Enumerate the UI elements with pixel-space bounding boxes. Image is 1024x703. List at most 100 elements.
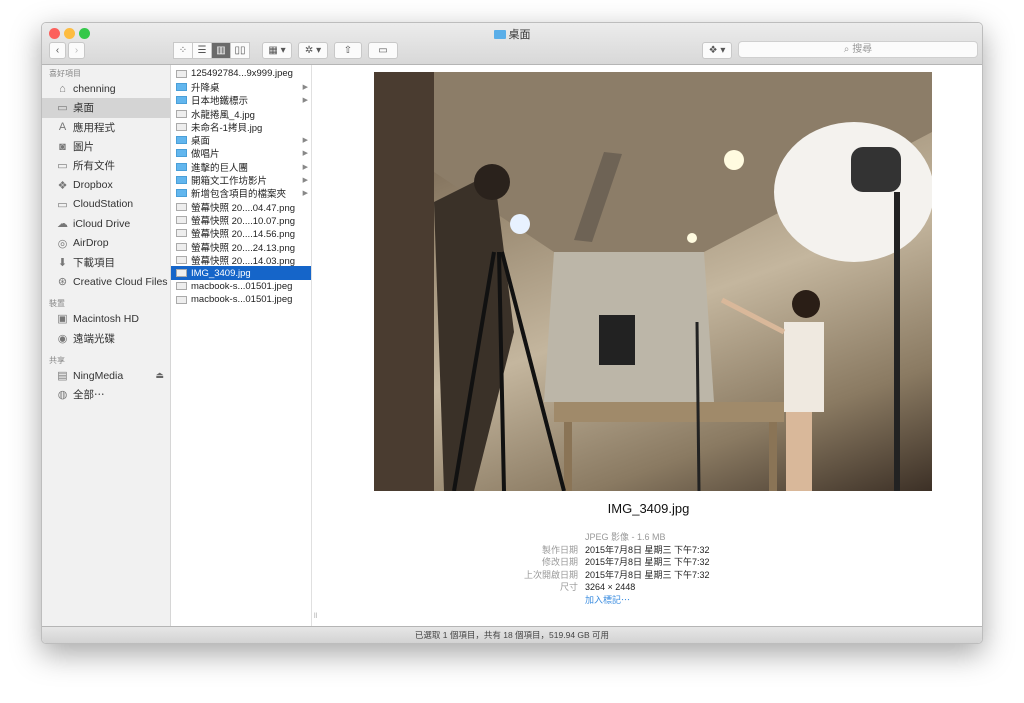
sidebar-item[interactable]: ◙ 圖片 [42,137,170,156]
chevron-right-icon: ▶ [302,83,308,91]
window-title-text: 桌面 [508,29,531,41]
sidebar-item-label: 遠端光碟 [73,332,115,345]
metadata-row: 製作日期 2015年7月8日 星期三 下午7:32 [313,544,982,557]
photo-scene [374,72,932,491]
sidebar-item-label: 應用程式 [73,121,115,134]
sidebar-item-label: 所有文件 [73,160,115,173]
file-row[interactable]: macbook-s...01501.jpeg [171,280,311,293]
sidebar-item[interactable]: ◍ 全部⋯ [42,385,170,404]
file-name: 做唱片 [191,149,220,161]
file-row[interactable]: 進擊的巨人團 ▶ [171,160,311,174]
tags-button[interactable]: ▭ [368,42,398,59]
preview-metadata: JPEG 影像 - 1.6 MB 製作日期 2015年7月8日 星期三 下午7:32… [313,531,982,607]
chevron-right-icon: ▶ [302,190,308,198]
sidebar-section-header: 共享 [49,355,65,365]
file-name: 新增包含項目的檔案夾 [191,189,287,201]
sidebar-item[interactable]: ☁ iCloud Drive [42,214,170,233]
sidebar-item-label: iCloud Drive [73,217,131,230]
sidebar-item[interactable]: A 應用程式 [42,118,170,137]
chevron-right-icon: ▶ [302,137,308,145]
sidebar-section-header: 裝置 [49,299,65,309]
metadata-key: 製作日期 [541,544,578,555]
file-row[interactable]: 升降桌 ▶ [171,80,311,94]
sidebar-item[interactable]: ▭ 桌面 [42,98,170,118]
chevron-right-icon: ▶ [302,97,308,105]
sidebar-item[interactable]: ⬇ 下載項目 [42,253,170,272]
file-icon [176,229,187,238]
column-view-button[interactable]: ▥ [211,42,231,59]
sidebar-item-label: 下載項目 [73,256,115,269]
file-row[interactable]: 日本地鐵標示 ▶ [171,94,311,107]
file-row[interactable]: 水龍捲風_4.jpg [171,107,311,121]
sidebar-item[interactable]: ◉ 遠端光碟 [42,329,170,348]
sidebar-item[interactable]: ⌂ chenning [42,79,170,98]
sidebar-item-label: CloudStation [73,198,134,211]
file-row[interactable]: 開箱文工作坊影片 ▶ [171,173,311,187]
metadata-value: 2015年7月8日 星期三 下午7:32 [585,557,710,567]
preview-filename: IMG_3409.jpg [607,501,690,516]
file-row[interactable]: 螢幕快照 20....14.03.png [171,253,311,267]
action-gear-button[interactable]: ✲ ▾ [298,42,328,59]
file-row[interactable]: 125492784...9x999.jpeg [171,67,311,80]
dropbox-icon: ❖ [57,179,68,192]
file-name: 螢幕快照 20....14.56.png [191,229,296,241]
sidebar-item-label: 圖片 [73,141,94,154]
dropbox-menu-button[interactable]: ❖ ▾ [702,42,732,59]
file-row[interactable]: 螢幕快照 20....04.47.png [171,200,311,214]
metadata-row: 尺寸 3264 × 2448 [313,581,982,594]
folder-icon: ▭ [57,160,68,173]
file-icon [176,122,187,131]
applications-icon: A [58,121,67,134]
metadata-value: 3264 × 2448 [585,582,636,592]
sidebar-item[interactable]: ❖ Dropbox [42,175,170,194]
download-icon: ⬇ [57,256,68,269]
folder-icon [176,189,187,198]
file-kind: JPEG 影像 - 1.6 MB [585,532,666,542]
back-button[interactable]: ‹ [49,42,66,59]
icon-view-button[interactable]: ⁘ [173,42,193,59]
metadata-row: 上次開啟日期 2015年7月8日 星期三 下午7:32 [313,569,982,582]
sidebar-item[interactable]: ▭ 所有文件 [42,156,170,175]
sidebar-item[interactable]: ◎ AirDrop [42,233,170,252]
file-name: macbook-s...01501.jpeg [191,280,293,292]
folder-icon [176,136,187,145]
desktop-icon: ▭ [57,102,68,115]
share-button[interactable]: ⇧ [334,42,362,59]
file-row[interactable]: macbook-s...01501.jpeg [171,293,311,306]
server-icon: ▤ [57,370,68,382]
sidebar-item-label: NingMedia [73,369,124,382]
file-icon [176,269,187,278]
file-icon [176,109,187,118]
eject-icon[interactable]: ⏏ [155,370,164,381]
file-row[interactable]: 未命名-1拷貝.jpg [171,120,311,134]
coverflow-view-button[interactable]: ▯▯ [230,42,250,59]
file-row[interactable]: 螢幕快照 20....24.13.png [171,240,311,254]
list-view-button[interactable]: ☰ [192,42,212,59]
search-input[interactable]: ⌕ 搜尋 [738,41,978,58]
toolbar: 桌面 ‹ › ⁘ ☰ ▥ ▯▯ ▦ ▾ ✲ ▾ ⇧ ▭ ❖ ▾ ⌕ 搜尋 [42,23,982,65]
file-name: macbook-s...01501.jpeg [191,294,293,306]
file-row[interactable]: 螢幕快照 20....14.56.png [171,227,311,240]
arrange-button[interactable]: ▦ ▾ [262,42,292,59]
file-row[interactable]: IMG_3409.jpg [171,266,311,280]
file-name: 螢幕快照 20....14.03.png [191,255,296,267]
file-row[interactable]: 螢幕快照 20....10.07.png [171,213,311,227]
column-resize-handle[interactable]: ll [314,613,317,620]
sidebar-item[interactable]: ▤ NingMedia ⏏ [42,366,170,385]
optical-disc-icon: ◉ [57,332,68,345]
add-tags-link[interactable]: 加入標記⋯ [585,594,630,607]
forward-button[interactable]: › [68,42,85,59]
status-bar: 已選取 1 個項目，共有 18 個項目，519.94 GB 可用 [42,626,982,643]
sidebar-item[interactable]: ▭ CloudStation [42,195,170,214]
folder-icon [176,82,187,91]
file-row[interactable]: 做唱片 ▶ [171,147,311,160]
sidebar-item[interactable]: ▣ Macintosh HD [42,309,170,328]
metadata-value: 2015年7月8日 星期三 下午7:32 [585,544,710,555]
image-preview [374,72,932,491]
finder-window: 桌面 ‹ › ⁘ ☰ ▥ ▯▯ ▦ ▾ ✲ ▾ ⇧ ▭ ❖ ▾ ⌕ 搜尋 喜好項… [41,22,983,644]
file-row[interactable]: 桌面 ▶ [171,133,311,147]
sidebar-item-label: Macintosh HD [73,312,139,325]
file-icon [176,202,187,211]
sidebar-item[interactable]: ⊛ Creative Cloud Files [42,272,170,291]
file-row[interactable]: 新增包含項目的檔案夾 ▶ [171,187,311,200]
